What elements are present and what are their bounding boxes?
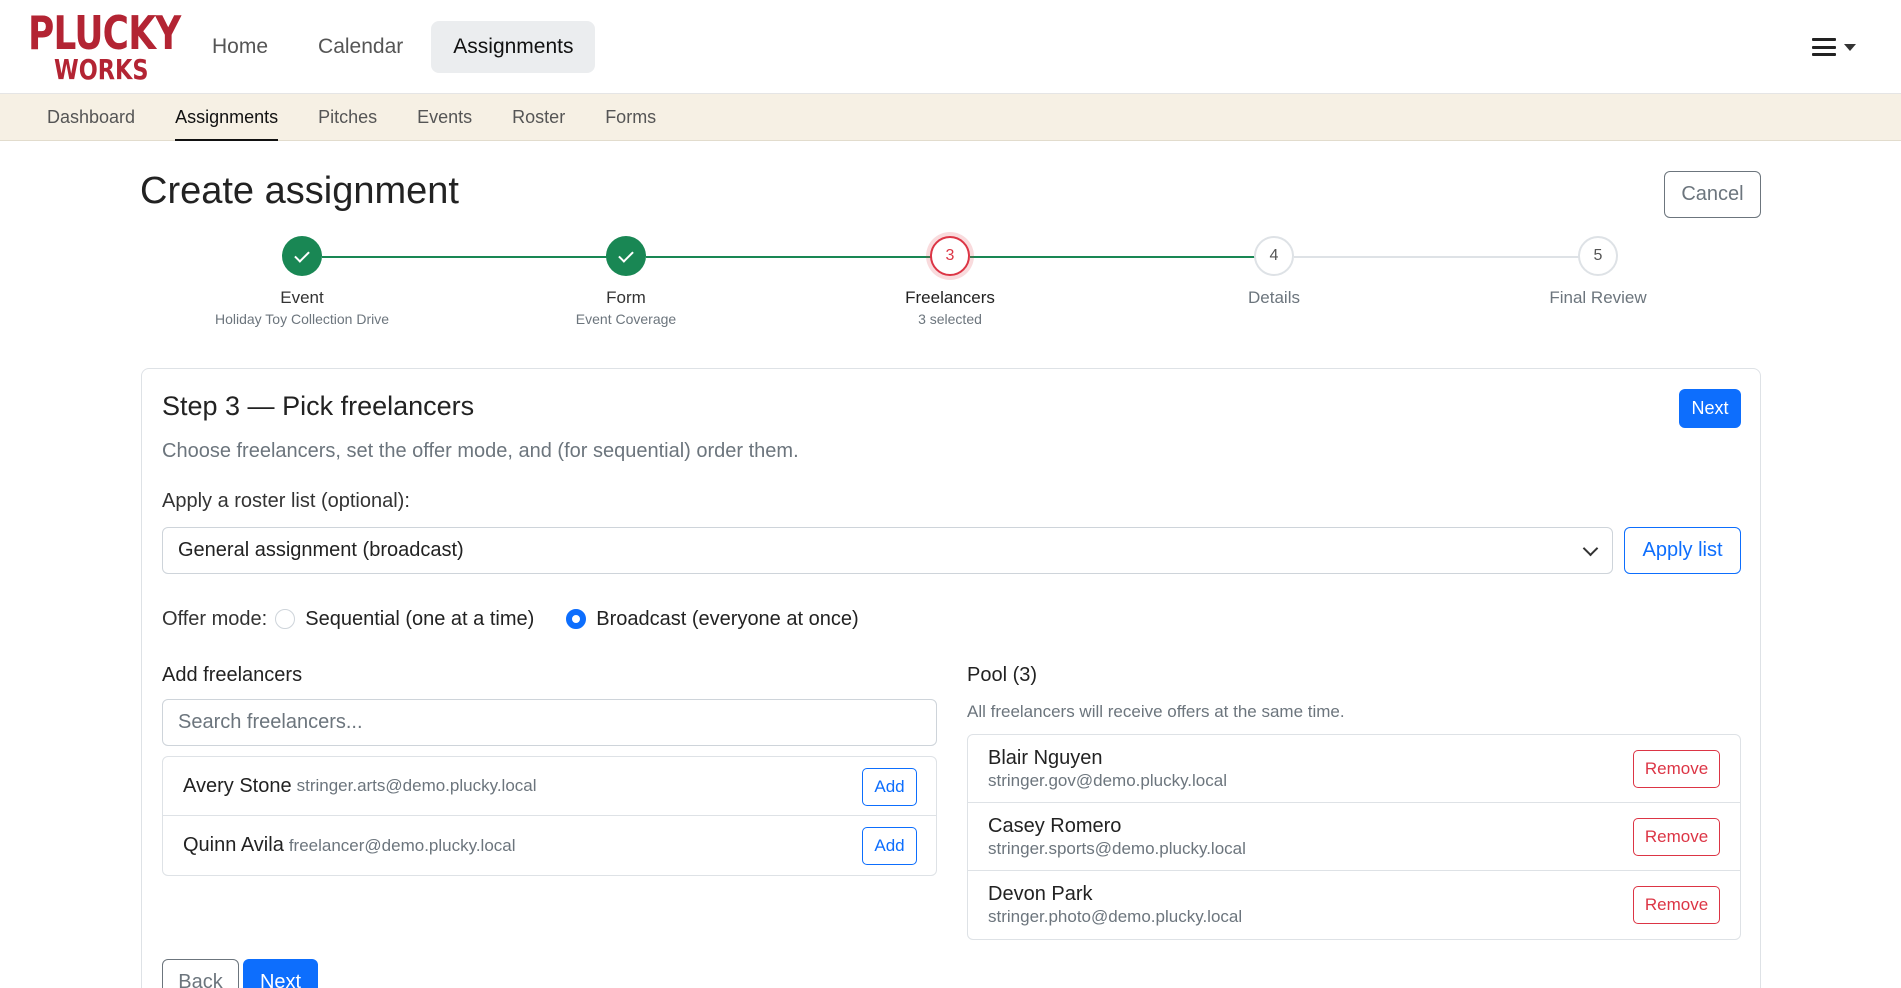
offer-mode-broadcast-label[interactable]: Broadcast (everyone at once) (596, 608, 858, 631)
cancel-button[interactable]: Cancel (1664, 171, 1761, 218)
step-event[interactable]: Event Holiday Toy Collection Drive (152, 236, 452, 327)
hamburger-icon (1812, 38, 1836, 56)
step-done-check-icon (282, 236, 322, 276)
remove-freelancer-button[interactable]: Remove (1633, 818, 1720, 856)
step-details: 4 Details (1124, 236, 1424, 308)
subnav-assignments[interactable]: Assignments (175, 94, 279, 141)
step-label: Final Review (1549, 288, 1647, 307)
available-freelancers-list: Avery Stone stringer.arts@demo.plucky.lo… (162, 756, 937, 876)
step-label: Form (606, 288, 646, 307)
step-label: Details (1248, 288, 1300, 307)
freelancer-email: stringer.arts@demo.plucky.local (296, 776, 537, 795)
add-freelancer-button[interactable]: Add (862, 827, 917, 865)
pool-list: Blair Nguyen stringer.gov@demo.plucky.lo… (967, 734, 1741, 940)
offer-mode-label: Offer mode: (162, 607, 268, 630)
add-freelancer-button[interactable]: Add (862, 768, 917, 806)
next-button-bottom[interactable]: Next (243, 959, 318, 988)
roster-list-selected: General assignment (broadcast) (178, 539, 464, 561)
brand-line-2: WORKS (54, 53, 149, 86)
offer-mode-sequential-label[interactable]: Sequential (one at a time) (305, 608, 534, 631)
freelancer-name: Blair Nguyen (988, 747, 1103, 769)
top-nav: Home Calendar Assignments (190, 21, 596, 73)
step-card: Step 3 — Pick freelancers Next Choose fr… (141, 368, 1761, 988)
subnav-pitches[interactable]: Pitches (318, 94, 377, 141)
caret-down-icon (1844, 43, 1856, 51)
step-number: 5 (1578, 236, 1618, 276)
card-title: Step 3 — Pick freelancers (162, 391, 475, 421)
wizard-stepper: Event Holiday Toy Collection Drive Form … (0, 236, 1901, 336)
step-number: 3 (930, 236, 970, 276)
step-sublabel: Event Coverage (575, 311, 677, 327)
freelancer-name: Casey Romero (988, 815, 1122, 837)
list-item: Quinn Avila freelancer@demo.plucky.local… (163, 816, 936, 875)
step-done-check-icon (606, 236, 646, 276)
next-button-top[interactable]: Next (1679, 389, 1741, 428)
top-navbar: PLUCKY WORKS Home Calendar Assignments (0, 0, 1901, 94)
remove-freelancer-button[interactable]: Remove (1633, 886, 1720, 924)
freelancer-name: Quinn Avila (183, 834, 284, 856)
freelancer-name: Devon Park (988, 883, 1093, 905)
step-form[interactable]: Form Event Coverage (476, 236, 776, 327)
subnav-roster[interactable]: Roster (512, 94, 565, 141)
top-nav-calendar[interactable]: Calendar (296, 21, 425, 73)
pool-heading: Pool (3) (967, 664, 1038, 686)
freelancer-email: stringer.sports@demo.plucky.local (988, 839, 1246, 858)
list-item: Blair Nguyen stringer.gov@demo.plucky.lo… (968, 735, 1740, 803)
offer-mode-sequential-radio[interactable] (275, 609, 296, 629)
freelancer-email: stringer.gov@demo.plucky.local (988, 771, 1227, 790)
subnav-forms[interactable]: Forms (605, 94, 656, 141)
freelancer-name: Avery Stone (183, 774, 292, 797)
step-label: Freelancers (905, 288, 995, 307)
freelancer-email: freelancer@demo.plucky.local (288, 835, 516, 855)
freelancer-email: stringer.photo@demo.plucky.local (988, 907, 1243, 926)
step-sublabel: Holiday Toy Collection Drive (214, 311, 390, 327)
step-final-review: 5 Final Review (1448, 236, 1748, 308)
sub-navbar: Dashboard Assignments Pitches Events Ros… (0, 94, 1901, 141)
roster-list-select[interactable]: General assignment (broadcast) (162, 527, 1613, 574)
back-button[interactable]: Back (162, 959, 239, 988)
subnav-dashboard[interactable]: Dashboard (47, 94, 135, 141)
offer-mode-group: Offer mode: Sequential (one at a time) B… (162, 606, 859, 632)
list-item: Casey Romero stringer.sports@demo.plucky… (968, 803, 1740, 871)
roster-list-label: Apply a roster list (optional): (162, 490, 410, 512)
brand-line-1: PLUCKY (28, 6, 181, 60)
brand-logo[interactable]: PLUCKY WORKS (28, 10, 181, 86)
search-freelancers-input[interactable] (162, 699, 937, 746)
step-label: Event (280, 288, 324, 307)
remove-freelancer-button[interactable]: Remove (1633, 750, 1720, 788)
subnav-events[interactable]: Events (417, 94, 472, 141)
card-description: Choose freelancers, set the offer mode, … (162, 440, 799, 462)
top-nav-assignments[interactable]: Assignments (431, 21, 596, 73)
step-number: 4 (1254, 236, 1294, 276)
list-item: Devon Park stringer.photo@demo.plucky.lo… (968, 871, 1740, 939)
apply-list-button[interactable]: Apply list (1624, 527, 1741, 574)
step-sublabel: 3 selected (918, 311, 982, 327)
pool-note: All freelancers will receive offers at t… (967, 702, 1345, 721)
page-title: Create assignment (140, 170, 459, 212)
main-menu-toggle[interactable] (1812, 35, 1862, 59)
add-freelancers-heading: Add freelancers (162, 664, 303, 686)
offer-mode-broadcast-radio[interactable] (566, 609, 587, 629)
step-freelancers: 3 Freelancers 3 selected (800, 236, 1100, 327)
top-nav-home[interactable]: Home (190, 21, 290, 73)
list-item: Avery Stone stringer.arts@demo.plucky.lo… (163, 757, 936, 816)
chevron-down-icon (1582, 540, 1599, 557)
